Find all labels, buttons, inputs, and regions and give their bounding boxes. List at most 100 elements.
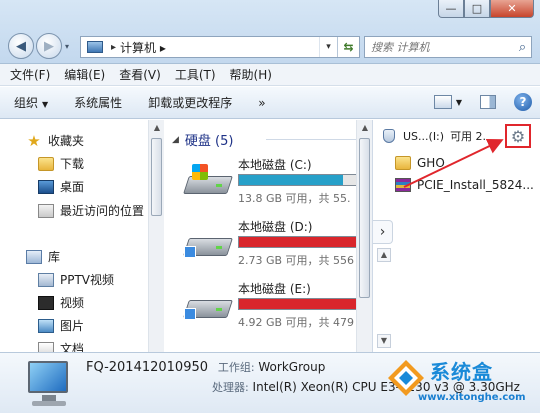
content-pane-scrollbar[interactable]: ▲ — [356, 120, 372, 352]
change-view-icon[interactable] — [433, 95, 452, 109]
address-dropdown-button[interactable]: ▾ — [319, 37, 337, 57]
recent-pages-dropdown[interactable]: ▾ — [65, 42, 69, 51]
scroll-up-arrow-icon[interactable]: ▲ — [357, 120, 373, 136]
drive-item-c[interactable]: 本地磁盘 (C:) 13.8 GB 可用，共 55. — [183, 156, 360, 216]
workgroup-value: WorkGroup — [258, 360, 326, 374]
usb-drive-label: US...(I:) — [403, 129, 445, 143]
navigation-scroll-thumb[interactable] — [151, 138, 162, 216]
nav-pictures[interactable]: 图片 — [38, 317, 84, 334]
hard-drive-body — [183, 176, 233, 194]
nav-documents-label: 文档 — [60, 342, 85, 352]
computer-info-line: FQ-201412010950 工作组: WorkGroup — [86, 359, 325, 375]
watermark-name: 系统盒 — [430, 360, 493, 384]
close-button[interactable]: ✕ — [490, 0, 534, 18]
maximize-button[interactable]: □ — [464, 0, 490, 18]
group-header-divider — [266, 139, 360, 140]
menu-edit[interactable]: 编辑(E) — [64, 66, 105, 83]
nav-recent-places[interactable]: 最近访问的位置 — [38, 202, 144, 219]
window-chrome: — □ ✕ ◀ ▶ ▾ ▸ 计算机 ▸ ▾ ⇆ ⌕ — [0, 0, 540, 64]
group-header-label: 硬盘 (5) — [184, 134, 234, 149]
file-item-pcie-install[interactable]: PCIE_Install_5824... — [395, 178, 534, 192]
help-icon[interactable]: ? — [514, 93, 532, 111]
file-item-gho[interactable]: GHO — [395, 156, 445, 170]
dropdown-triangle-icon: ▼ — [42, 100, 49, 109]
watermark: 系统盒 www.xitonghe.com — [384, 352, 540, 413]
back-button[interactable]: ◀ — [8, 33, 34, 59]
user-overlay-icon — [184, 246, 196, 258]
watermark-url: www.xitonghe.com — [418, 392, 526, 403]
group-header-hard-disks[interactable]: ◢ 硬盘 (5) — [172, 130, 360, 149]
monitor-screen — [28, 361, 68, 393]
arrow-right-icon: ▶ — [44, 38, 54, 54]
drive-item-e[interactable]: 本地磁盘 (E:) 4.92 GB 可用，共 479 — [183, 280, 360, 340]
nav-pptv[interactable]: PPTV视频 — [38, 271, 114, 288]
menu-file[interactable]: 文件(F) — [10, 66, 50, 83]
command-bar: 组织 ▼ 系统属性 卸载或更改程序 » ▼ ? — [0, 87, 540, 119]
nav-libraries[interactable]: 库 — [26, 248, 60, 265]
computer-monitor-icon — [26, 359, 72, 409]
drive-name: 本地磁盘 (D:) — [238, 220, 313, 234]
system-properties-button[interactable]: 系统属性 — [74, 94, 122, 111]
nav-documents[interactable]: 文档 — [38, 340, 84, 352]
search-icon[interactable]: ⌕ — [514, 40, 531, 55]
drive-usage-bar — [238, 298, 360, 310]
video-library-icon — [38, 295, 54, 310]
more-commands-button[interactable]: » — [258, 96, 265, 110]
nav-desktop-label: 桌面 — [60, 180, 85, 194]
breadcrumb-computer[interactable]: 计算机 — [120, 41, 156, 55]
workgroup-label: 工作组: — [217, 361, 255, 374]
star-icon: ★ — [27, 131, 41, 150]
usb-drive-icon — [383, 129, 395, 143]
address-separator[interactable]: ▸ — [111, 42, 116, 53]
menu-help[interactable]: 帮助(H) — [230, 66, 272, 83]
scroll-down-arrow-icon[interactable]: ▼ — [377, 334, 391, 348]
drive-usage-fill — [239, 175, 343, 185]
usb-drive-free: 可用 2. — [450, 130, 487, 143]
computer-name: FQ-201412010950 — [86, 360, 209, 375]
scroll-up-arrow-icon[interactable]: ▲ — [149, 120, 165, 136]
nav-videos-label: 视频 — [60, 296, 85, 310]
nav-favorites[interactable]: ★ 收藏夹 — [26, 132, 84, 149]
search-box[interactable]: ⌕ — [364, 36, 532, 58]
nav-downloads-label: 下载 — [60, 157, 85, 171]
search-input[interactable] — [371, 40, 514, 54]
forward-button[interactable]: ▶ — [36, 33, 62, 59]
uninstall-program-button[interactable]: 卸载或更改程序 — [148, 94, 232, 111]
refresh-button[interactable]: ⇆ — [337, 37, 359, 57]
organize-button[interactable]: 组织 ▼ — [14, 94, 48, 111]
collapse-triangle-icon[interactable]: ◢ — [172, 135, 179, 145]
processor-label: 处理器: — [212, 381, 249, 394]
view-options-dropdown[interactable]: ▼ — [456, 98, 462, 107]
scroll-up-arrow-icon[interactable]: ▲ — [377, 248, 391, 262]
minimize-button[interactable]: — — [438, 0, 464, 18]
preview-scrollbar[interactable]: ▲ ▼ — [377, 248, 391, 348]
arrow-left-icon: ◀ — [16, 38, 26, 54]
usb-drive-header[interactable]: US...(I:) 可用 2. — [383, 128, 486, 144]
drive-item-d[interactable]: 本地磁盘 (D:) 2.73 GB 可用，共 556 — [183, 218, 360, 278]
preview-pane-icon[interactable] — [480, 95, 496, 109]
window-buttons: — □ ✕ — [438, 0, 534, 18]
nav-buttons: ◀ ▶ ▾ — [8, 33, 69, 59]
menu-view[interactable]: 查看(V) — [119, 66, 161, 83]
menu-tools[interactable]: 工具(T) — [175, 66, 216, 83]
nav-pictures-label: 图片 — [60, 319, 85, 333]
hard-drive-icon — [183, 164, 233, 198]
drive-free-space: 4.92 GB 可用，共 479 — [238, 316, 355, 329]
navigation-pane-scrollbar[interactable]: ▲ — [148, 120, 164, 352]
hard-drive-light — [216, 246, 222, 249]
nav-downloads[interactable]: 下载 — [38, 155, 84, 172]
nav-favorites-label: 收藏夹 — [48, 134, 85, 148]
library-icon — [26, 249, 42, 264]
content-scroll-thumb[interactable] — [359, 138, 370, 298]
gear-icon[interactable]: ⚙ — [505, 124, 531, 148]
nav-desktop[interactable]: 桌面 — [38, 178, 84, 195]
nav-videos[interactable]: 视频 — [38, 294, 84, 311]
chevron-right-icon[interactable]: › — [373, 220, 393, 244]
windows-logo-icon — [192, 164, 208, 180]
navigation-pane: ★ 收藏夹 下载 桌面 最近访问的位置 库 PPTV视频 视频 图片 文档 — [0, 120, 164, 352]
breadcrumb-chevron[interactable]: ▸ — [160, 41, 166, 55]
address-bar[interactable]: ▸ 计算机 ▸ ▾ ⇆ — [80, 36, 360, 58]
address-path[interactable]: 计算机 ▸ — [120, 39, 319, 56]
drive-usage-fill — [239, 299, 360, 309]
toolbar-right: ▼ ? — [433, 93, 532, 111]
